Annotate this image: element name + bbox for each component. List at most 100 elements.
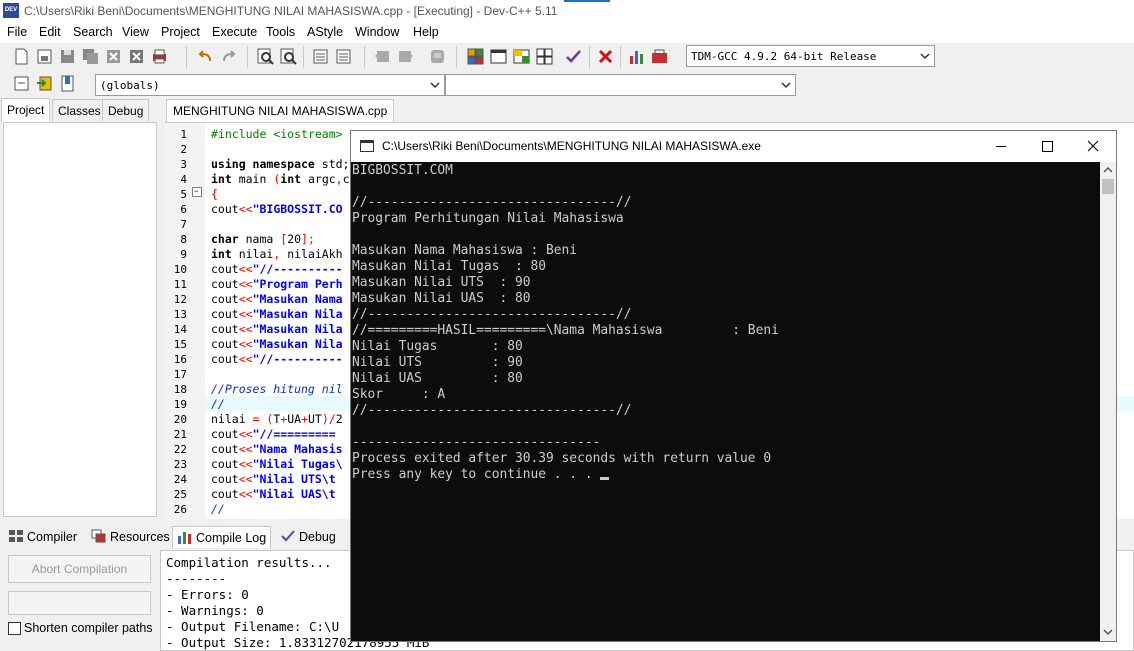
code-token: char xyxy=(211,232,246,246)
tile-icon[interactable] xyxy=(466,47,485,66)
resources-icon xyxy=(91,529,107,543)
code-line: using namespace std; xyxy=(211,157,349,172)
code-token: << xyxy=(238,352,253,366)
code-token: "Nilai UAS\t xyxy=(252,487,336,501)
code-token: cout xyxy=(211,457,239,471)
shorten-paths-checkbox[interactable] xyxy=(8,622,21,635)
code-token: using namespace xyxy=(211,157,322,171)
insert-icon[interactable] xyxy=(12,74,31,93)
line-number: 16 xyxy=(173,353,187,366)
stop-execution-icon[interactable] xyxy=(596,47,615,66)
indent-icon[interactable] xyxy=(311,47,330,66)
chart-icon[interactable] xyxy=(627,47,646,66)
run-icon[interactable] xyxy=(396,47,415,66)
print-icon[interactable] xyxy=(150,47,169,66)
layout-icon[interactable] xyxy=(512,47,531,66)
shorten-paths-label: Shorten compiler paths xyxy=(24,621,153,635)
code-token: << xyxy=(238,427,253,441)
replace-icon[interactable] xyxy=(279,47,298,66)
code-token: << xyxy=(238,322,253,336)
code-line: // xyxy=(211,397,225,412)
line-number: 4 xyxy=(180,173,187,186)
console-line: Skor : A xyxy=(352,387,446,402)
code-token: "//---------- xyxy=(252,352,343,366)
line-number: 26 xyxy=(173,503,187,516)
menu-tools[interactable]: Tools xyxy=(266,25,295,39)
maximize-icon[interactable] xyxy=(1024,131,1070,162)
scroll-up-icon[interactable] xyxy=(1103,166,1113,174)
compiler-select[interactable]: TDM-GCC 4.9.2 64-bit Release xyxy=(686,45,935,67)
tab-project[interactable]: Project xyxy=(1,98,51,122)
code-token: cout xyxy=(211,322,239,336)
menu-project[interactable]: Project xyxy=(161,25,200,39)
tab-compile-log[interactable]: Compile Log xyxy=(172,526,272,548)
abort-compilation-button[interactable]: Abort Compilation xyxy=(8,555,151,583)
console-line: //--------------------------------// xyxy=(352,195,632,210)
code-line: nilai = (T+UA+UT)/2 xyxy=(211,412,343,427)
tab-debug-label: Debug xyxy=(299,530,336,544)
tab-classes[interactable]: Classes xyxy=(52,99,107,121)
save-icon[interactable] xyxy=(58,47,77,66)
member-select[interactable] xyxy=(445,74,796,96)
line-number: 15 xyxy=(173,338,187,351)
menu-file[interactable]: File xyxy=(7,25,27,39)
code-token: "Nilai Tugas\ xyxy=(252,457,343,471)
tab-debug-bottom[interactable]: Debug xyxy=(276,526,340,548)
code-token: << xyxy=(238,472,253,486)
console-scrollbar[interactable] xyxy=(1100,162,1116,641)
find-icon[interactable] xyxy=(256,47,275,66)
project-tree[interactable] xyxy=(3,122,157,517)
line-number: 2 xyxy=(180,143,187,156)
console-title-bar[interactable]: C:\Users\Riki Beni\Documents\MENGHITUNG … xyxy=(351,131,1116,162)
close-all-icon[interactable] xyxy=(127,47,146,66)
menu-help[interactable]: Help xyxy=(413,25,439,39)
menu-astyle[interactable]: AStyle xyxy=(307,25,343,39)
scrollbar-thumb[interactable] xyxy=(1102,179,1114,194)
editor-file-tab[interactable]: MENGHITUNG NILAI MAHASISWA.cpp xyxy=(166,99,395,122)
menu-search[interactable]: Search xyxy=(73,25,113,39)
tab-compiler-label: Compiler xyxy=(27,530,78,544)
undo-icon[interactable] xyxy=(196,47,215,66)
check-syntax-icon[interactable] xyxy=(564,47,583,66)
tab-resources[interactable]: Resources xyxy=(87,526,174,548)
console-line: -------------------------------- xyxy=(352,435,601,450)
menu-execute[interactable]: Execute xyxy=(212,25,257,39)
class-toolbar: (globals) xyxy=(0,70,1134,98)
code-token: << xyxy=(238,202,253,216)
menu-edit[interactable]: Edit xyxy=(39,25,61,39)
close-file-icon[interactable] xyxy=(104,47,123,66)
close-icon[interactable] xyxy=(1070,131,1116,162)
code-token: cout xyxy=(211,262,239,276)
tab-debug[interactable]: Debug xyxy=(102,99,150,121)
tab-compiler[interactable]: Compiler xyxy=(4,526,81,548)
scope-select[interactable]: (globals) xyxy=(95,74,445,96)
code-token: "Masukan Nila xyxy=(252,337,343,351)
code-token: nilai xyxy=(211,412,253,426)
code-token: "//========= xyxy=(252,427,336,441)
bookmark-icon[interactable] xyxy=(58,74,77,93)
compile-run-icon[interactable] xyxy=(428,47,447,66)
open-file-icon[interactable] xyxy=(35,47,54,66)
compile-icon[interactable] xyxy=(373,47,392,66)
scroll-down-icon[interactable] xyxy=(1103,628,1113,636)
console-line: Press any key to continue . . . xyxy=(352,467,1100,483)
save-all-icon[interactable] xyxy=(81,47,100,66)
unindent-icon[interactable] xyxy=(334,47,353,66)
main-toolbar: TDM-GCC 4.9.2 64-bit Release xyxy=(0,43,1134,70)
console-window[interactable]: C:\Users\Riki Beni\Documents\MENGHITUNG … xyxy=(350,130,1117,642)
menu-view[interactable]: View xyxy=(122,25,149,39)
code-token: c xyxy=(342,172,350,186)
menu-window[interactable]: Window xyxy=(355,25,399,39)
redo-icon[interactable] xyxy=(219,47,238,66)
goto-icon[interactable] xyxy=(35,74,54,93)
line-number: 12 xyxy=(173,293,187,306)
window-icon[interactable] xyxy=(489,47,508,66)
profile-icon[interactable] xyxy=(650,47,669,66)
grid-icon[interactable] xyxy=(535,47,554,66)
console-output[interactable]: BIGBOSSIT.COM //------------------------… xyxy=(351,162,1100,641)
fold-toggle-icon[interactable] xyxy=(192,187,202,197)
new-file-icon[interactable] xyxy=(12,47,31,66)
minimize-icon[interactable] xyxy=(978,131,1024,162)
code-line: cout<<"Masukan Nila xyxy=(211,337,343,352)
